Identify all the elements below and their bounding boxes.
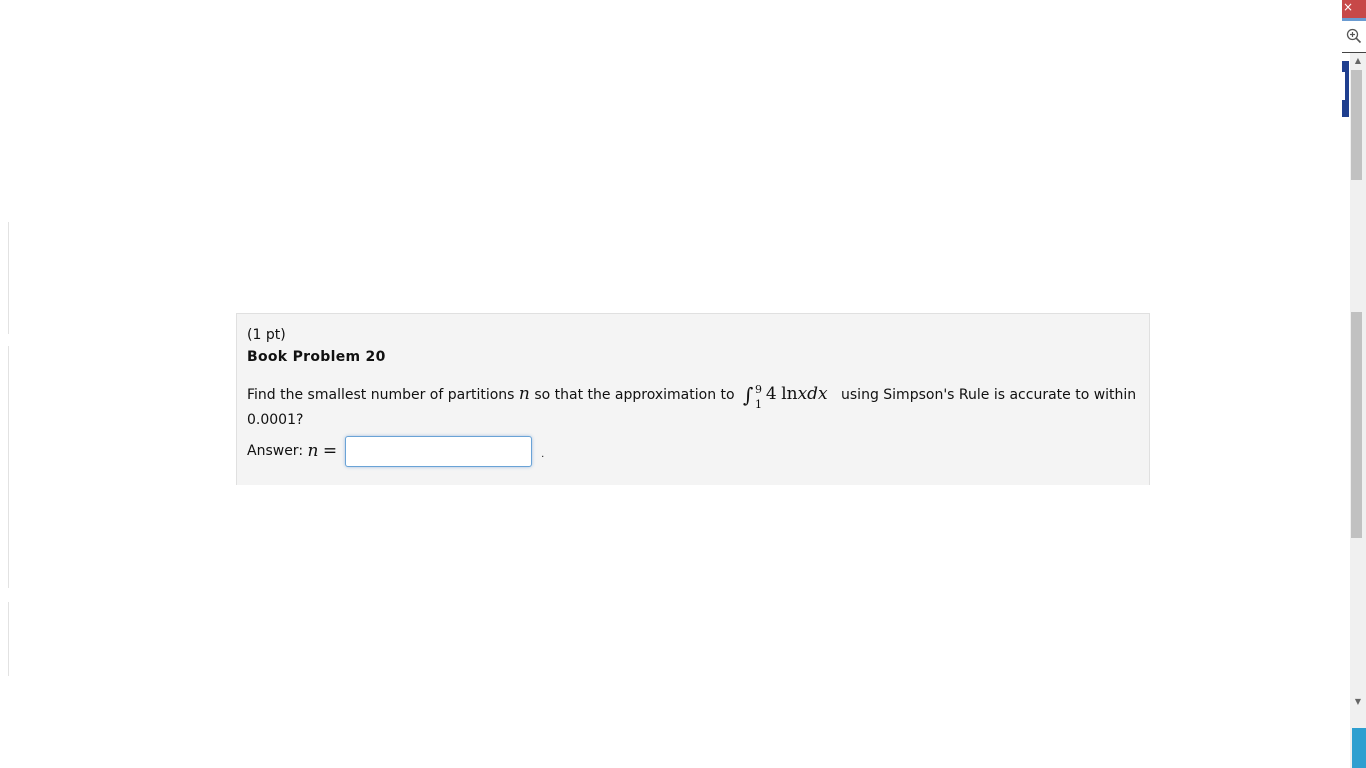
answer-period: . — [541, 448, 545, 460]
scroll-thumb-upper[interactable] — [1351, 70, 1362, 180]
left-divider-top — [8, 222, 9, 334]
question-text-middle: so that the approximation to — [534, 387, 735, 403]
answer-variable: n — [307, 441, 319, 461]
integral-lower-limit: 1 — [755, 398, 763, 411]
close-icon: × — [1343, 0, 1354, 14]
problem-title: Book Problem 20 — [247, 349, 386, 365]
close-button-underline — [1342, 18, 1366, 21]
zoom-in-icon[interactable] — [1346, 28, 1362, 46]
integrand-variable: x — [797, 384, 808, 404]
answer-label: Answer: — [247, 443, 304, 459]
question-text-end: using Simpson's Rule is accurate to with… — [841, 387, 1137, 403]
side-bottom-button[interactable] — [1352, 728, 1366, 768]
side-panel-tab-highlight — [1342, 72, 1345, 100]
scroll-down-arrow-icon[interactable]: ▼ — [1350, 696, 1366, 708]
integral-sign: ∫ — [743, 383, 754, 407]
integral-differential: dx — [807, 384, 828, 404]
scroll-thumb-lower[interactable] — [1351, 312, 1362, 538]
scroll-up-arrow-icon[interactable]: ▲ — [1350, 55, 1366, 67]
problem-container: (1 pt) Book Problem 20 Find the smallest… — [236, 313, 1150, 485]
left-divider-bottom — [8, 602, 9, 676]
answer-equals: = — [322, 441, 338, 461]
left-divider-middle — [8, 346, 9, 588]
answer-input[interactable] — [345, 435, 533, 467]
integrand-coefficient: 4 — [765, 384, 777, 404]
answer-row: Answer: n = . — [247, 434, 1139, 468]
problem-points: (1 pt) — [247, 327, 286, 343]
integral-expression: ∫ 9 1 — [743, 383, 762, 411]
close-button[interactable]: × — [1342, 0, 1366, 20]
problem-question: Find the smallest number of partitions n… — [247, 383, 1139, 431]
variable-n: n — [518, 384, 530, 404]
question-tolerance: 0.0001? — [247, 412, 304, 428]
question-text-start: Find the smallest number of partitions — [247, 387, 515, 403]
integrand-function: ln — [781, 384, 798, 404]
